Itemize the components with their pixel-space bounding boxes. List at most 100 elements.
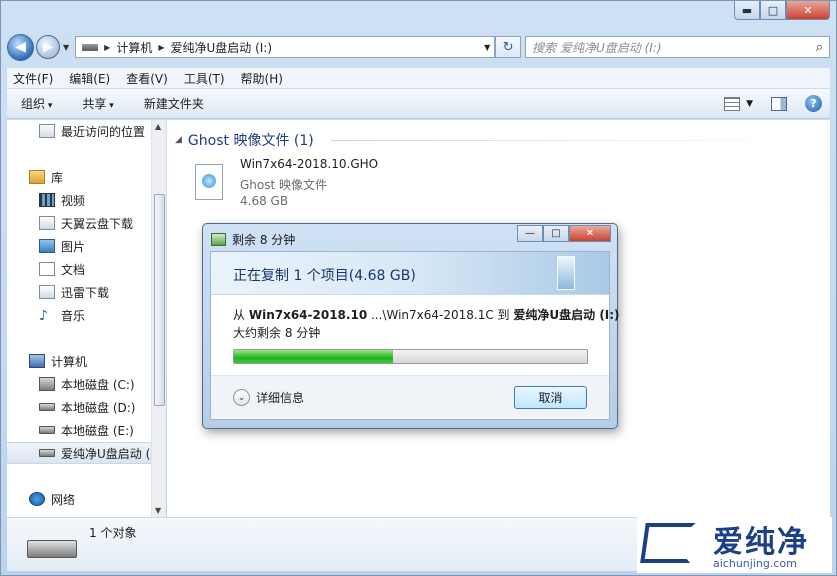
explorer-window: ▬ □ ✕ ◀ ▶ ▼ ▶ 计算机 ▶ 爱纯净U盘启动 (I:) ▼ ↻ 搜索 … (0, 0, 837, 576)
navigation-bar: ◀ ▶ ▼ ▶ 计算机 ▶ 爱纯净U盘启动 (I:) ▼ ↻ 搜索 爱纯净U盘启… (7, 31, 830, 63)
usb-drive-icon (27, 540, 77, 558)
dialog-minimize-button[interactable]: — (517, 225, 543, 242)
back-button[interactable]: ◀ (7, 33, 34, 61)
cloud-folder-icon (39, 216, 55, 230)
copy-progress-bar (233, 349, 588, 364)
dialog-title: 剩余 8 分钟 (232, 233, 296, 247)
sidebar-item-usb-drive[interactable]: 爱纯净U盘启动 ( (7, 442, 151, 464)
dialog-title-bar: 剩余 8 分钟 (211, 231, 295, 248)
library-icon (29, 170, 45, 184)
copy-heading: 正在复制 1 个项目(4.68 GB) (233, 268, 416, 284)
dialog-footer: ⌄ 详细信息 取消 (211, 375, 609, 419)
sidebar-item-label: 文档 (61, 262, 86, 277)
sidebar-item-label: 图片 (61, 239, 86, 254)
sidebar-item-label: 计算机 (51, 354, 88, 369)
ghost-file-icon[interactable] (195, 164, 223, 200)
more-details-toggle[interactable]: ⌄ 详细信息 (233, 389, 304, 406)
music-icon: ♪ (39, 308, 48, 324)
to-label: 到 (497, 308, 510, 322)
sidebar-item-drive-d[interactable]: 本地磁盘 (D:) (39, 396, 135, 418)
download-folder-icon (39, 285, 55, 299)
navigation-scrollbar[interactable]: ▲ ▼ (151, 120, 166, 517)
scroll-down-icon[interactable]: ▼ (155, 506, 161, 515)
sidebar-item-computer[interactable]: 计算机 (29, 350, 87, 372)
help-icon[interactable]: ? (805, 95, 822, 112)
search-input[interactable]: 搜索 爱纯净U盘启动 (I:) ⌕ (525, 36, 830, 58)
brand-logo-icon (640, 523, 696, 563)
breadcrumb-arrow-icon[interactable]: ▶ (104, 43, 110, 52)
organize-button[interactable]: 组织 (21, 95, 52, 112)
more-details-label: 详细信息 (256, 391, 305, 405)
drive-icon (82, 43, 99, 51)
from-label: 从 (233, 308, 246, 322)
sidebar-item-label: 网络 (51, 492, 76, 507)
menu-bar: 文件(F) 编辑(E) 查看(V) 工具(T) 帮助(H) (7, 67, 830, 88)
usb-drive-icon (39, 449, 55, 457)
dialog-close-button[interactable]: ✕ (569, 225, 611, 242)
dialog-caption-buttons: — □ ✕ (517, 225, 611, 242)
new-folder-button[interactable]: 新建文件夹 (144, 95, 204, 112)
sidebar-item-videos[interactable]: 视频 (39, 189, 85, 211)
computer-icon (29, 354, 45, 368)
sidebar-item-documents[interactable]: 文档 (39, 258, 85, 280)
menu-file[interactable]: 文件(F) (13, 70, 53, 87)
search-icon[interactable]: ⌕ (816, 40, 823, 55)
close-button[interactable]: ✕ (786, 1, 830, 20)
forward-button[interactable]: ▶ (36, 35, 60, 59)
copy-source-destination: 从 Win7x64-2018.10 ...\Win7x64-2018.1C 到 … (233, 306, 620, 323)
preview-pane-icon[interactable] (771, 96, 787, 111)
share-button[interactable]: 共享 (82, 95, 113, 112)
address-bar[interactable]: ▶ 计算机 ▶ 爱纯净U盘启动 (I:) ▼ (75, 36, 496, 58)
file-name[interactable]: Win7x64-2018.10.GHO (240, 157, 378, 171)
command-bar: 组织 共享 新建文件夹 ▼ ? (7, 89, 830, 119)
sidebar-item-label: 本地磁盘 (E:) (61, 423, 134, 438)
drive-icon (39, 426, 55, 434)
sidebar-item-drive-c[interactable]: 本地磁盘 (C:) (39, 373, 135, 395)
source-name[interactable]: Win7x64-2018.10 (249, 308, 367, 322)
sidebar-item-xunlei-download[interactable]: 迅雷下载 (39, 281, 109, 303)
time-remaining: 大约剩余 8 分钟 (233, 326, 321, 340)
menu-edit[interactable]: 编辑(E) (69, 70, 110, 87)
menu-tools[interactable]: 工具(T) (184, 70, 225, 87)
minimize-button[interactable]: ▬ (734, 1, 760, 20)
maximize-button[interactable]: □ (760, 1, 786, 20)
sidebar-item-drive-e[interactable]: 本地磁盘 (E:) (39, 419, 134, 441)
sidebar-item-label: 迅雷下载 (61, 285, 110, 300)
cancel-button[interactable]: 取消 (514, 386, 587, 409)
video-icon (39, 193, 55, 207)
recent-pages-dropdown[interactable]: ▼ (63, 43, 69, 52)
change-view-button[interactable]: ▼ (724, 96, 753, 111)
breadcrumb-computer[interactable]: 计算机 (116, 39, 152, 56)
breadcrumb-drive[interactable]: 爱纯净U盘启动 (I:) (170, 39, 272, 56)
file-type: Ghost 映像文件 (240, 178, 328, 192)
sidebar-item-pictures[interactable]: 图片 (39, 235, 85, 257)
watermark-brand: 爱纯净 (713, 525, 809, 560)
copy-icon (211, 233, 226, 246)
dialog-banner: 正在复制 1 个项目(4.68 GB) (211, 252, 609, 295)
group-header[interactable]: ◢ Ghost 映像文件 (1) (175, 130, 314, 150)
dialog-maximize-button[interactable]: □ (543, 225, 569, 242)
menu-help[interactable]: 帮助(H) (241, 70, 283, 87)
group-header-label: Ghost 映像文件 (1) (187, 133, 314, 149)
collapse-arrow-icon[interactable]: ◢ (175, 135, 182, 145)
sidebar-item-label: 库 (51, 170, 64, 185)
group-divider (331, 140, 810, 141)
sidebar-item-label: 视频 (61, 193, 86, 208)
sidebar-item-libraries[interactable]: 库 (29, 166, 63, 188)
destination-name[interactable]: 爱纯净U盘启动 (I:) (513, 308, 619, 322)
address-dropdown-icon[interactable]: ▼ (480, 43, 494, 52)
documents-icon (39, 262, 55, 276)
scroll-up-icon[interactable]: ▲ (155, 122, 161, 131)
sidebar-item-network[interactable]: 网络 (29, 488, 75, 510)
sidebar-item-cloud-download[interactable]: 天翼云盘下载 (39, 212, 133, 234)
menu-view[interactable]: 查看(V) (126, 70, 168, 87)
sidebar-item-label: 爱纯净U盘启动 ( (61, 446, 151, 461)
pictures-icon (39, 239, 55, 253)
scrollbar-thumb[interactable] (154, 194, 165, 406)
sidebar-item-music[interactable]: ♪ 音乐 (39, 304, 85, 326)
sidebar-item-label: 本地磁盘 (C:) (61, 377, 135, 392)
sidebar-item-recent[interactable]: 最近访问的位置 (39, 120, 145, 142)
refresh-button[interactable]: ↻ (495, 36, 522, 58)
breadcrumb-arrow-icon[interactable]: ▶ (158, 43, 164, 52)
chevron-down-icon: ⌄ (233, 389, 250, 406)
